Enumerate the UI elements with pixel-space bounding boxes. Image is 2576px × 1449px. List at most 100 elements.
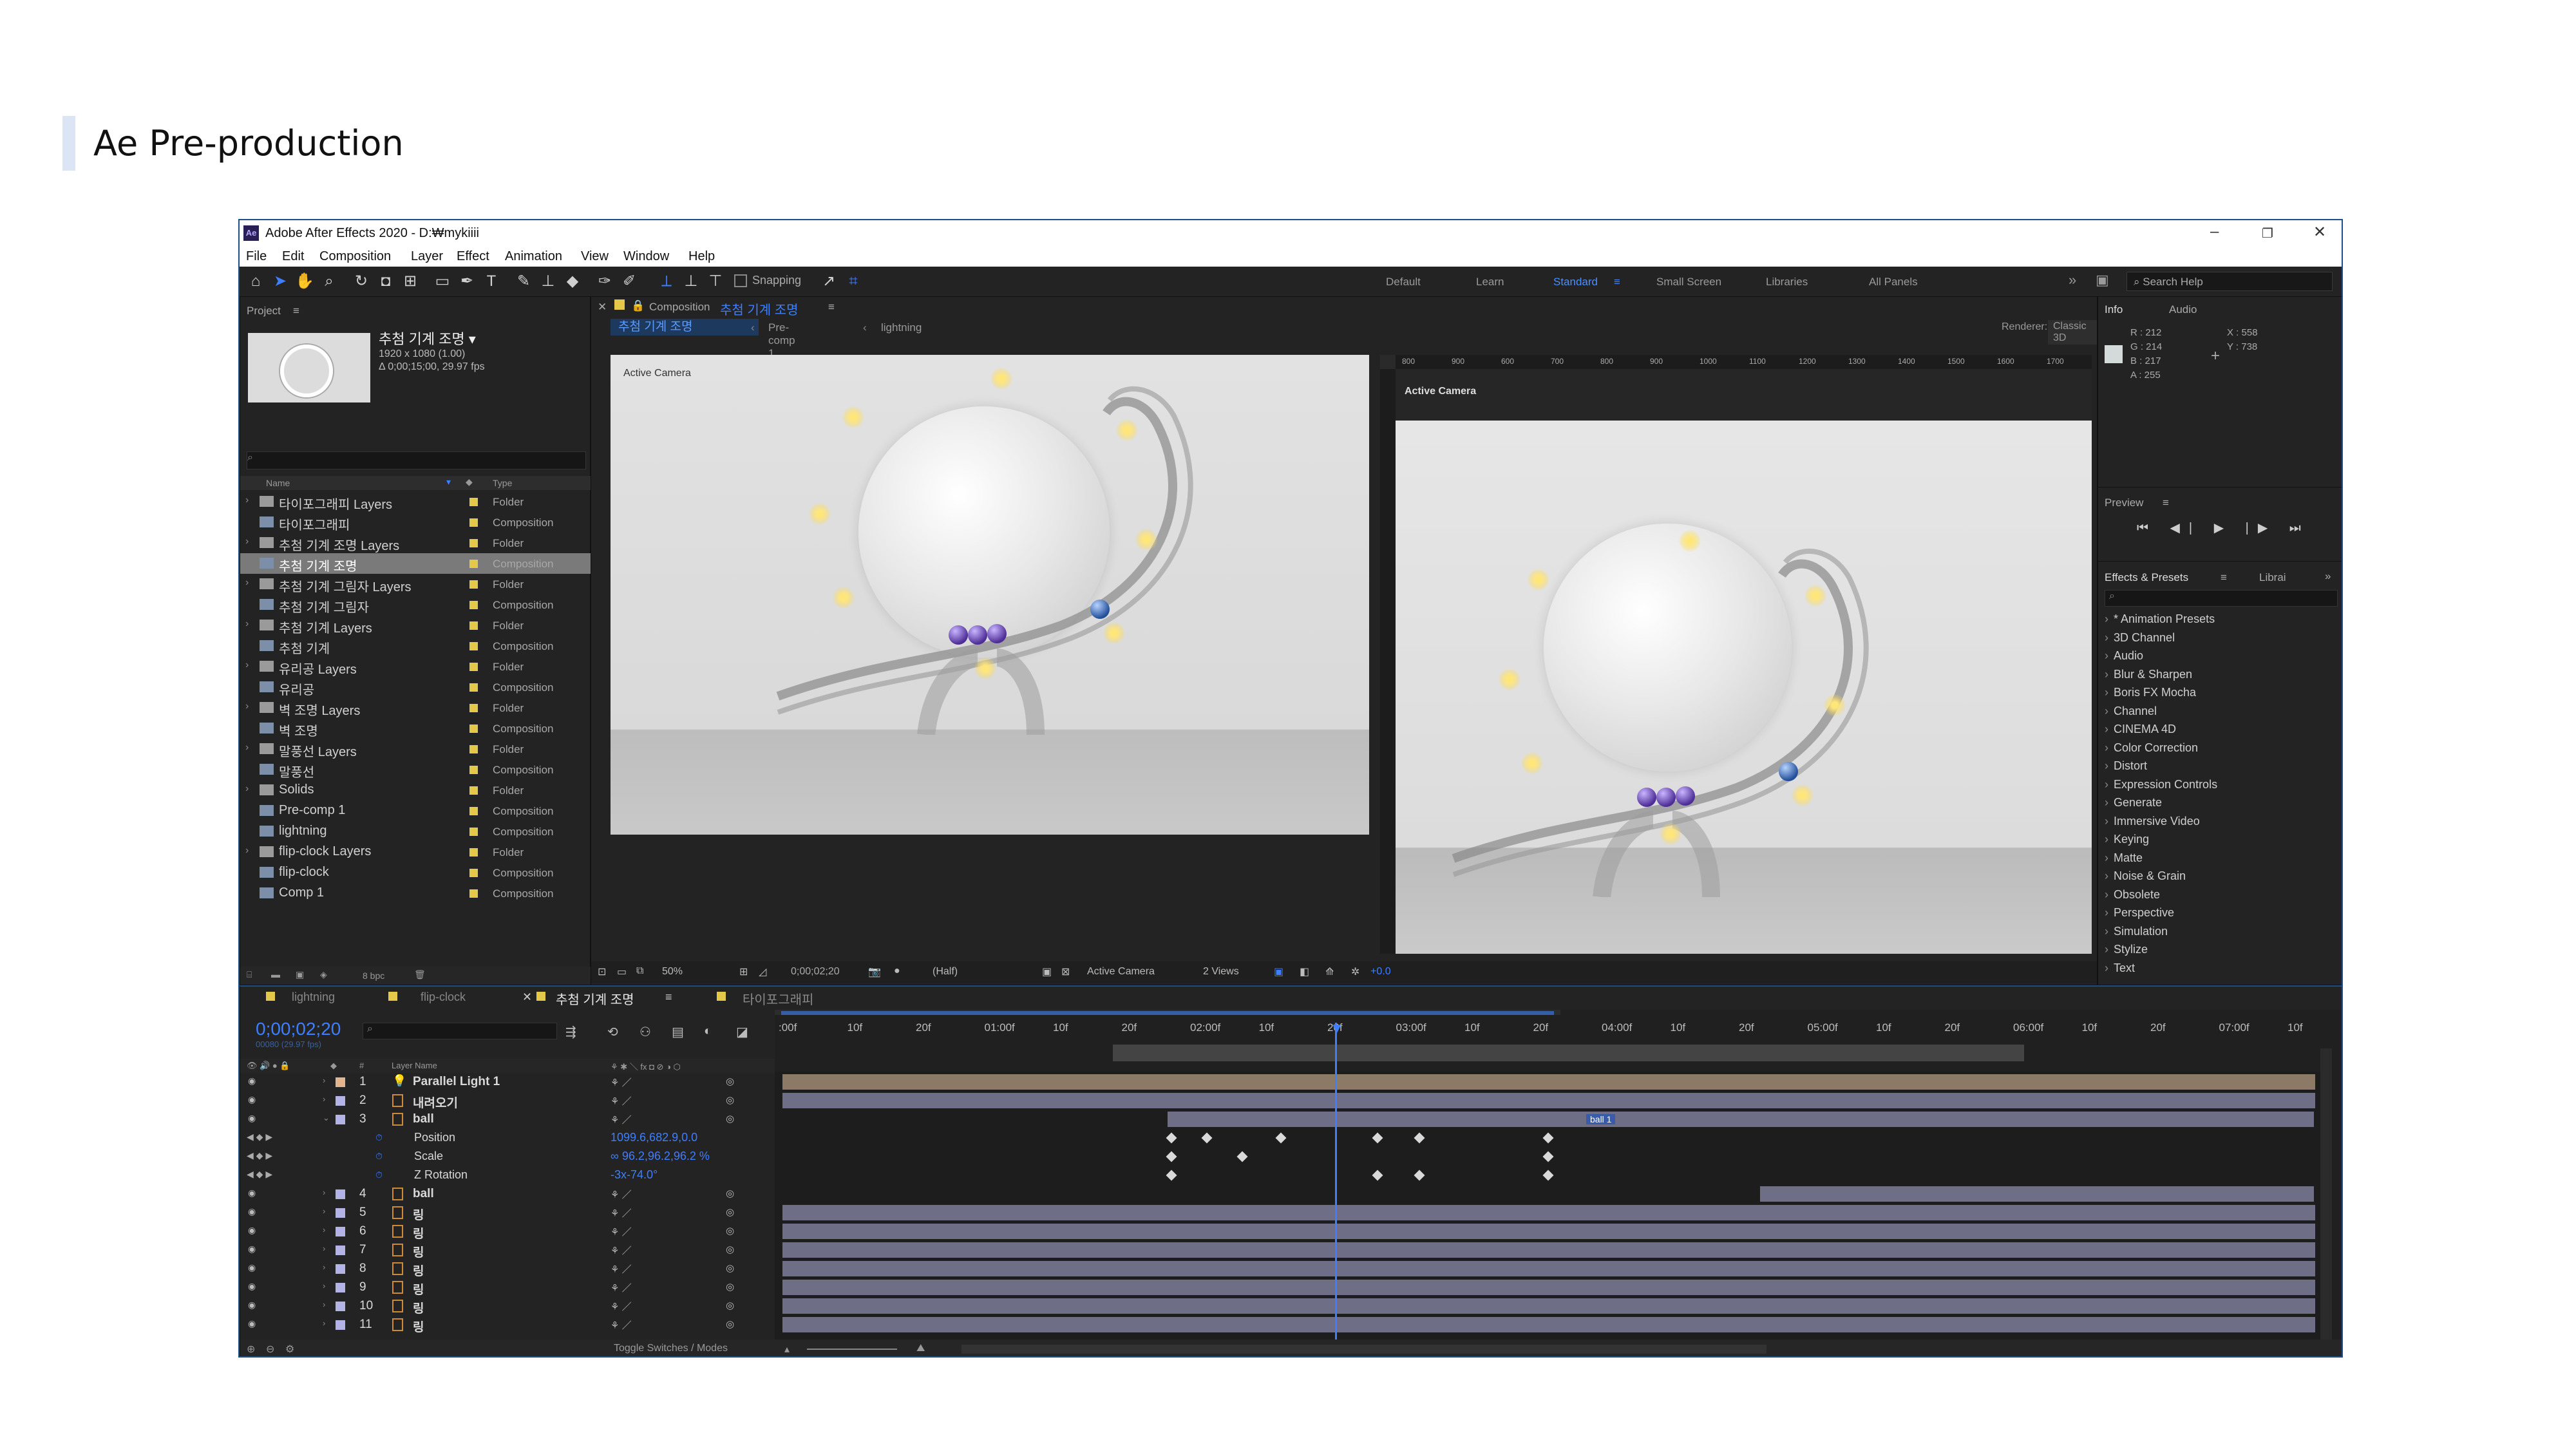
menu-edit[interactable]: Edit bbox=[282, 249, 304, 264]
timeline-tab-active[interactable]: 추첨 기계 조명 bbox=[556, 989, 634, 1008]
project-item[interactable]: 벽 조명 Composition bbox=[240, 718, 591, 739]
parent-pick-whip-icon[interactable]: ◎ bbox=[726, 1094, 734, 1106]
motion-blur-icon[interactable]: ◐ bbox=[704, 1024, 712, 1039]
horizontal-scrollbar[interactable] bbox=[961, 1345, 1766, 1354]
property-value[interactable]: ∞ 96.2,96.2,96.2 % bbox=[611, 1150, 710, 1163]
roto-brush-tool-icon[interactable]: ✑ bbox=[595, 272, 614, 291]
camera-tool-icon[interactable]: ◘ bbox=[376, 272, 395, 291]
composition-viewer-left[interactable]: Active Camera bbox=[611, 355, 1369, 835]
preview-tab[interactable]: Preview bbox=[2105, 497, 2143, 509]
label-swatch[interactable] bbox=[469, 642, 478, 650]
timeline-current-time[interactable]: 0;00;02;20 bbox=[256, 1019, 341, 1039]
new-composition-icon[interactable]: ▣ bbox=[296, 969, 304, 980]
toggle-switches-modes[interactable]: Toggle Switches / Modes bbox=[614, 1343, 728, 1354]
layer-label-swatch[interactable] bbox=[336, 1245, 345, 1255]
effect-category[interactable]: › Perspective bbox=[2105, 906, 2330, 924]
visibility-eye-icon[interactable]: ◉ bbox=[248, 1244, 256, 1255]
expand-chevron-icon[interactable]: › bbox=[323, 1094, 325, 1104]
view-axis-mode-icon[interactable]: ⊤ bbox=[706, 272, 725, 291]
snapshot-icon[interactable]: 📷 bbox=[868, 965, 881, 978]
label-swatch[interactable] bbox=[469, 621, 478, 630]
layer-label-swatch[interactable] bbox=[336, 1283, 345, 1293]
effect-category[interactable]: › Matte bbox=[2105, 851, 2330, 869]
layer-name[interactable]: 내려오기 bbox=[413, 1094, 458, 1111]
monitor-icon[interactable]: ▭ bbox=[617, 965, 627, 978]
layer-row[interactable]: ◉ › 10 링 ⚘ ／ ◎ bbox=[240, 1297, 775, 1316]
project-item[interactable]: › 추첨 기계 Layers Folder bbox=[240, 615, 591, 636]
layer-switches[interactable]: ⚘ ／ bbox=[611, 1225, 632, 1238]
always-preview-icon[interactable]: ⊡ bbox=[598, 965, 606, 978]
share-view-icon[interactable]: ▣ bbox=[1274, 965, 1283, 978]
parent-pick-whip-icon[interactable]: ◎ bbox=[726, 1244, 734, 1255]
parent-pick-whip-icon[interactable]: ◎ bbox=[726, 1188, 734, 1199]
magnification-dropdown[interactable]: 50% bbox=[662, 966, 683, 978]
comp-tab-name[interactable]: 추첨 기계 조명 bbox=[720, 299, 799, 318]
effect-category[interactable]: › Keying bbox=[2105, 833, 2330, 851]
expand-chevron-icon[interactable]: › bbox=[245, 742, 249, 753]
expand-chevron-icon[interactable]: › bbox=[323, 1262, 325, 1272]
project-panel-menu-icon[interactable]: ≡ bbox=[293, 305, 299, 317]
minimize-icon[interactable]: – bbox=[2210, 223, 2219, 241]
audio-tab[interactable]: Audio bbox=[2169, 303, 2197, 316]
layer-duration-bar[interactable] bbox=[782, 1074, 2315, 1090]
effect-category[interactable]: › Expression Controls bbox=[2105, 778, 2330, 796]
expand-chevron-icon[interactable]: › bbox=[245, 659, 249, 671]
project-item[interactable]: 추첨 기계 조명 Composition bbox=[240, 553, 591, 574]
comp-panel-menu-icon[interactable]: ≡ bbox=[828, 301, 835, 314]
expand-chevron-icon[interactable]: › bbox=[323, 1225, 325, 1235]
project-item[interactable]: flip-clock Composition bbox=[240, 862, 591, 883]
layer-label-swatch[interactable] bbox=[336, 1302, 345, 1311]
effects-menu-icon[interactable]: ≡ bbox=[2221, 571, 2227, 584]
local-axis-mode-icon[interactable]: ⟂ bbox=[657, 272, 676, 291]
menu-view[interactable]: View bbox=[581, 249, 609, 264]
effect-category[interactable]: › Audio bbox=[2105, 649, 2330, 667]
stopwatch-icon[interactable]: ⏱ bbox=[375, 1170, 383, 1180]
workspace-libraries[interactable]: Libraries bbox=[1766, 276, 1808, 289]
layer-switches[interactable]: ⚘ ／ bbox=[611, 1113, 632, 1126]
clone-stamp-tool-icon[interactable]: ⊥ bbox=[538, 272, 558, 291]
timeline-scrollbar[interactable] bbox=[2320, 1048, 2332, 1351]
layer-label-swatch[interactable] bbox=[336, 1115, 345, 1124]
bit-depth-label[interactable]: 8 bpc bbox=[363, 971, 384, 981]
layer-label-swatch[interactable] bbox=[336, 1320, 345, 1330]
label-swatch[interactable] bbox=[469, 539, 478, 547]
frame-blending-icon[interactable]: ▤ bbox=[672, 1024, 684, 1040]
expand-chevron-icon[interactable]: › bbox=[323, 1281, 325, 1291]
playhead[interactable] bbox=[1335, 1023, 1337, 1356]
grid-options-icon[interactable]: ⊞ bbox=[739, 965, 748, 978]
layer-row[interactable]: ◉ ⌄ 3 ball ⚘ ／ ◎ bbox=[240, 1110, 775, 1129]
layer-name[interactable]: ball bbox=[413, 1112, 434, 1126]
view-layout-dropdown[interactable]: 2 Views bbox=[1203, 966, 1239, 978]
flowchart-icon[interactable]: ⟰ bbox=[1325, 965, 1334, 978]
visibility-eye-icon[interactable]: ◉ bbox=[248, 1094, 256, 1105]
layer-label-swatch[interactable] bbox=[336, 1264, 345, 1274]
label-swatch[interactable] bbox=[469, 786, 478, 795]
workspace-default[interactable]: Default bbox=[1386, 276, 1421, 289]
region-of-interest-icon[interactable]: ▣ bbox=[1042, 965, 1052, 978]
layer-row[interactable]: ◉ › 4 ball ⚘ ／ ◎ bbox=[240, 1185, 775, 1204]
label-swatch[interactable] bbox=[469, 580, 478, 589]
stopwatch-icon[interactable]: ⏱ bbox=[375, 1151, 383, 1162]
expand-chevron-icon[interactable]: › bbox=[2105, 741, 2108, 754]
workspace-small-screen[interactable]: Small Screen bbox=[1656, 276, 1721, 289]
zoom-slider[interactable] bbox=[807, 1349, 897, 1350]
layer-duration-bar[interactable] bbox=[1760, 1186, 2314, 1202]
project-item[interactable]: › Solids Folder bbox=[240, 780, 591, 800]
layer-label-swatch[interactable] bbox=[336, 1208, 345, 1218]
expand-chevron-icon[interactable]: › bbox=[2105, 796, 2108, 809]
expand-chevron-icon[interactable]: › bbox=[2105, 778, 2108, 791]
renderer-dropdown[interactable]: Classic 3D bbox=[2048, 320, 2097, 345]
effect-category[interactable]: › 3D Channel bbox=[2105, 631, 2330, 649]
layer-switches[interactable]: ⚘ ／ bbox=[611, 1281, 632, 1294]
layer-duration-bar[interactable] bbox=[782, 1093, 2315, 1108]
expand-chevron-icon[interactable]: › bbox=[2105, 668, 2108, 681]
project-item[interactable]: › 추첨 기계 그림자 Layers Folder bbox=[240, 574, 591, 594]
visibility-eye-icon[interactable]: ◉ bbox=[248, 1206, 256, 1217]
property-value[interactable]: -3x-74.0° bbox=[611, 1168, 658, 1182]
layer-name[interactable]: Parallel Light 1 bbox=[413, 1075, 500, 1089]
expand-chevron-icon[interactable]: › bbox=[2105, 943, 2108, 956]
expand-chevron-icon[interactable]: › bbox=[2105, 631, 2108, 644]
property-row[interactable]: ◀ ◆ ▶ ⏱ Z Rotation -3x-74.0° bbox=[240, 1166, 775, 1185]
label-swatch[interactable] bbox=[469, 683, 478, 692]
libraries-tab[interactable]: Librai bbox=[2259, 571, 2286, 584]
